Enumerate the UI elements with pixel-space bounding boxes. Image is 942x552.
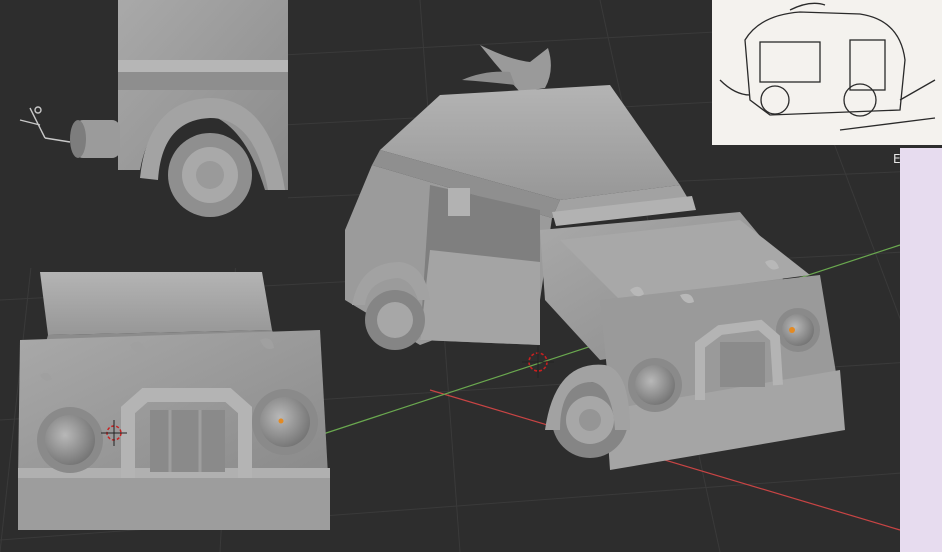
viewport-canvas[interactable] <box>0 0 942 552</box>
panel-corner-label: E <box>893 152 901 166</box>
3d-viewport[interactable]: E <box>0 0 942 552</box>
front-view <box>18 272 330 530</box>
reference-sketch <box>712 0 942 145</box>
rear-closeup-view <box>0 0 288 268</box>
3d-cursor-icon[interactable] <box>522 346 554 378</box>
side-panel <box>900 148 942 552</box>
